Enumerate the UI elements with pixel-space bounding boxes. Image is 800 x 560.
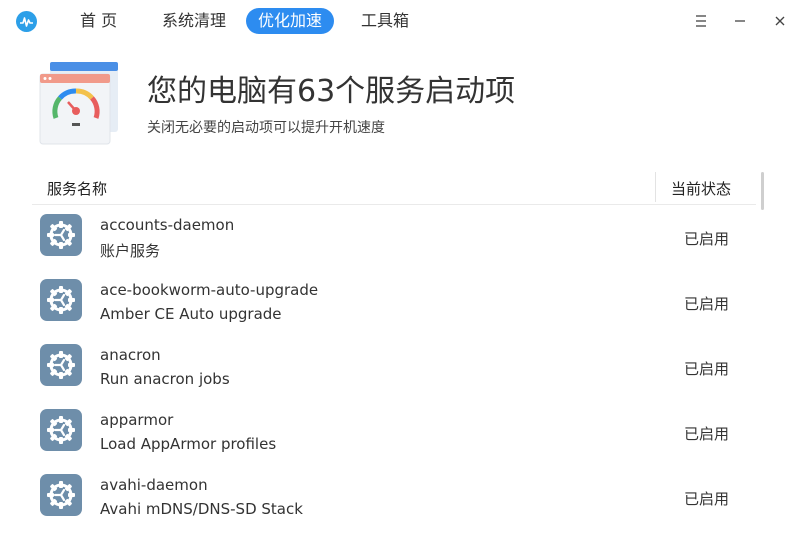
service-description: Avahi mDNS/DNS-SD Stack: [100, 500, 303, 518]
service-status: 已启用: [684, 230, 730, 248]
close-icon[interactable]: [768, 9, 792, 33]
table-row[interactable]: ace-bookworm-auto-upgrade Amber CE Auto …: [32, 271, 756, 336]
table-row[interactable]: accounts-daemon 账户服务 已启用: [32, 206, 756, 271]
title-bar: 首 页 系统清理 优化加速 工具箱: [0, 0, 800, 42]
gear-icon: [40, 344, 82, 386]
service-description: Load AppArmor profiles: [100, 435, 277, 453]
table-row[interactable]: apparmor Load AppArmor profiles 已启用: [32, 401, 756, 466]
column-divider: [655, 172, 656, 202]
service-name: avahi-daemon: [100, 476, 208, 494]
gear-icon: [40, 409, 82, 451]
table-row[interactable]: anacron Run anacron jobs 已启用: [32, 336, 756, 401]
tab-home[interactable]: 首 页: [68, 8, 129, 34]
scrollbar[interactable]: [761, 172, 764, 210]
column-header-status[interactable]: 当前状态: [671, 178, 731, 199]
tab-toolbox[interactable]: 工具箱: [349, 8, 421, 34]
service-status: 已启用: [684, 425, 730, 443]
tab-system-clean[interactable]: 系统清理: [150, 8, 238, 34]
column-header-name[interactable]: 服务名称: [47, 178, 107, 199]
service-status: 已启用: [684, 490, 730, 508]
service-status: 已启用: [684, 295, 730, 313]
service-status: 已启用: [684, 360, 730, 378]
minimize-icon[interactable]: [728, 9, 752, 33]
table-row[interactable]: avahi-daemon Avahi mDNS/DNS-SD Stack 已启用: [32, 466, 756, 531]
service-description: 账户服务: [100, 242, 161, 260]
gear-icon: [40, 474, 82, 516]
tab-optimize[interactable]: 优化加速: [246, 8, 335, 34]
menu-icon[interactable]: [689, 9, 713, 33]
speedometer-icon: [38, 60, 122, 146]
service-name: apparmor: [100, 411, 174, 429]
service-name: anacron: [100, 346, 161, 364]
service-description: Amber CE Auto upgrade: [100, 305, 282, 323]
gear-icon: [40, 214, 82, 256]
app-logo-icon: [16, 11, 37, 32]
service-name: accounts-daemon: [100, 216, 235, 234]
page-title: 您的电脑有63个服务启动项: [147, 74, 516, 109]
service-description: Run anacron jobs: [100, 370, 230, 388]
service-name: ace-bookworm-auto-upgrade: [100, 281, 319, 299]
table-header: 服务名称 当前状态: [32, 170, 756, 205]
gear-icon: [40, 279, 82, 321]
page-subtitle: 关闭无必要的启动项可以提升开机速度: [147, 120, 385, 136]
